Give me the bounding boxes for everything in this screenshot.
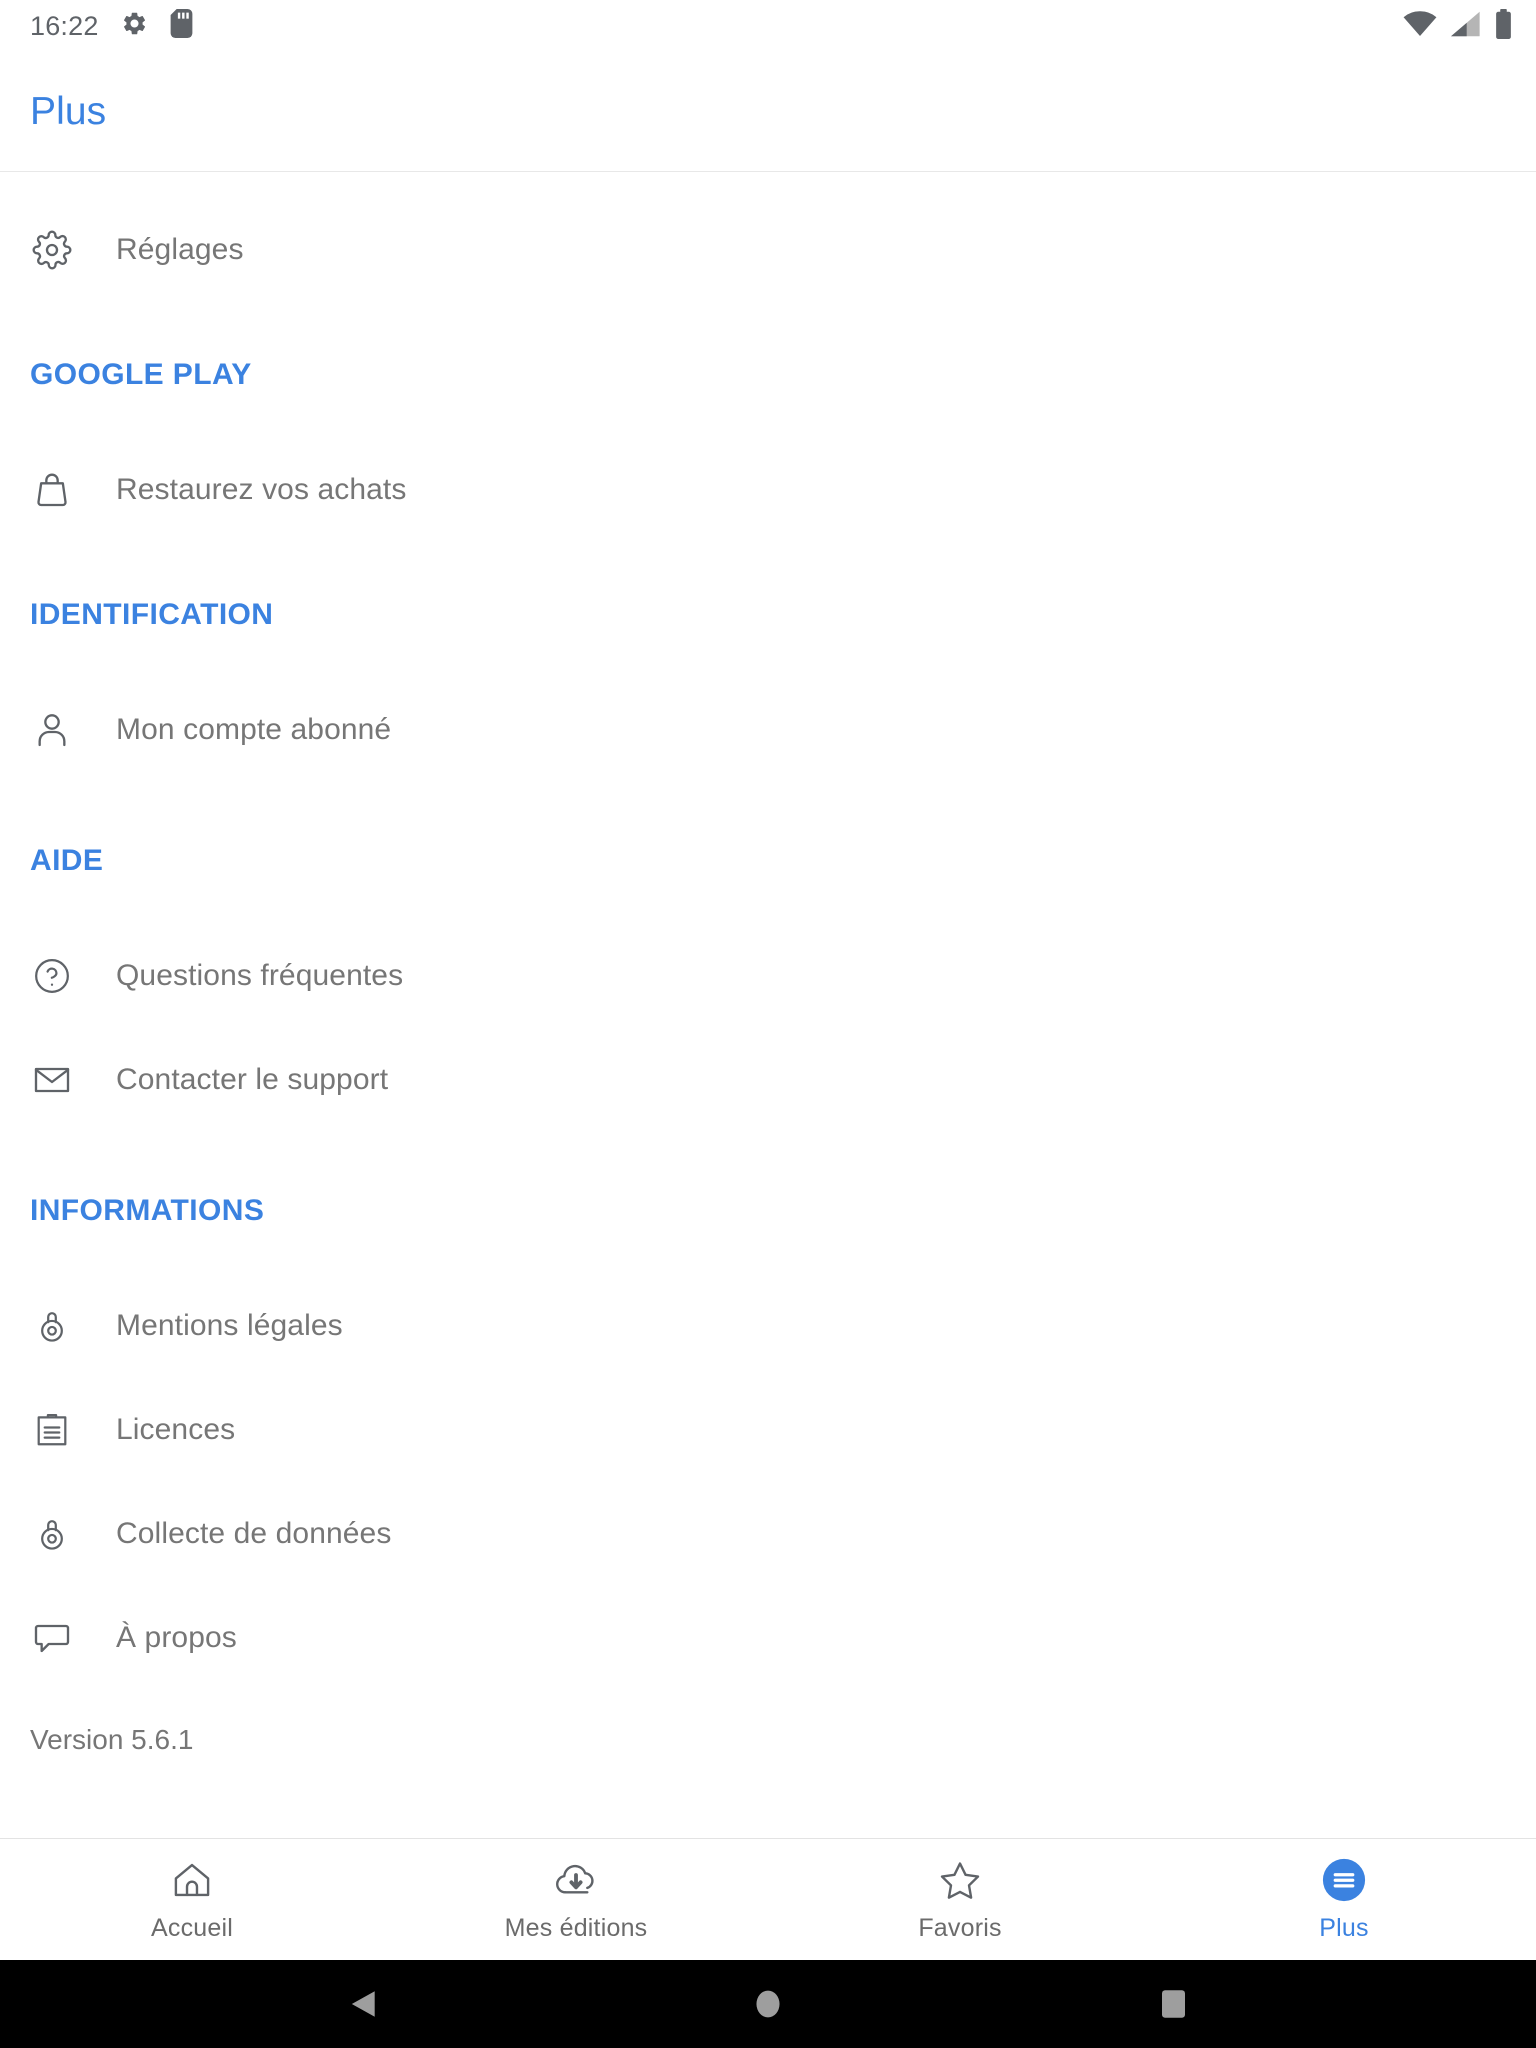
page-title: Plus <box>30 89 107 133</box>
tab-accueil[interactable]: Accueil <box>0 1839 384 1960</box>
list-item-collecte-de-donnees[interactable]: Collecte de données <box>0 1482 1536 1586</box>
list-item-contacter-le-support[interactable]: Contacter le support <box>0 1028 1536 1132</box>
tab-favoris[interactable]: Favoris <box>768 1839 1152 1960</box>
status-bar-left: 16:22 <box>30 9 193 43</box>
help-circle-icon <box>30 954 74 998</box>
cloud-download-icon <box>553 1856 599 1904</box>
person-icon <box>30 708 74 752</box>
shopping-bag-icon <box>30 468 74 512</box>
list-item-mentions-legales[interactable]: Mentions légales <box>0 1274 1536 1378</box>
section-header-google-play: GOOGLE PLAY <box>30 358 252 391</box>
star-icon <box>937 1856 983 1904</box>
list-item-label: Restaurez vos achats <box>116 473 407 506</box>
list-item-label: À propos <box>116 1621 237 1654</box>
section-header-informations: INFORMATIONS <box>30 1194 265 1227</box>
list-item-restaurez-vos-achats[interactable]: Restaurez vos achats <box>0 438 1536 542</box>
home-circle-icon[interactable] <box>755 1989 781 2019</box>
list-item-a-propos[interactable]: À propos <box>0 1586 1536 1690</box>
tab-mes-editions[interactable]: Mes éditions <box>384 1839 768 1960</box>
list-item-mon-compte-abonne[interactable]: Mon compte abonné <box>0 678 1536 782</box>
status-bar: 16:22 <box>0 0 1536 52</box>
hamburger-menu-icon <box>1321 1856 1367 1904</box>
version-label: Version 5.6.1 <box>30 1724 194 1755</box>
status-bar-right <box>1403 8 1512 44</box>
wifi-icon <box>1403 10 1437 42</box>
status-time: 16:22 <box>30 10 99 41</box>
list-item-label: Collecte de données <box>116 1517 392 1550</box>
envelope-icon <box>30 1058 74 1102</box>
settings-list: Réglages GOOGLE PLAY Restaurez vos achat… <box>0 172 1536 1838</box>
settings-gear-icon <box>121 10 148 42</box>
list-item-label: Contacter le support <box>116 1063 389 1096</box>
list-item-label: Réglages <box>116 233 244 266</box>
tab-label: Accueil <box>151 1914 233 1942</box>
section-header-identification: IDENTIFICATION <box>30 598 274 631</box>
app-screen: 16:22 Plus Réglages GOOGLE PLAY Restaure… <box>0 0 1536 2048</box>
lock-icon <box>30 1512 74 1556</box>
list-item-reglages[interactable]: Réglages <box>0 198 1536 302</box>
lock-icon <box>30 1304 74 1348</box>
tab-plus[interactable]: Plus <box>1152 1839 1536 1960</box>
tab-label: Plus <box>1319 1914 1369 1942</box>
section-header-aide: AIDE <box>30 844 104 877</box>
back-triangle-icon[interactable] <box>350 1989 376 2019</box>
recents-square-icon[interactable] <box>1161 1989 1186 2019</box>
list-item-label: Mentions légales <box>116 1309 343 1342</box>
list-item-label: Questions fréquentes <box>116 959 404 992</box>
list-item-label: Licences <box>116 1413 236 1446</box>
cellular-signal-icon <box>1451 11 1481 42</box>
clipboard-icon <box>30 1408 74 1452</box>
list-item-licences[interactable]: Licences <box>0 1378 1536 1482</box>
sd-card-icon <box>170 9 193 43</box>
tab-label: Favoris <box>918 1914 1002 1942</box>
home-icon <box>169 1856 215 1904</box>
list-item-questions-frequentes[interactable]: Questions fréquentes <box>0 924 1536 1028</box>
list-item-label: Mon compte abonné <box>116 713 392 746</box>
gear-icon <box>30 228 74 272</box>
android-navigation-bar <box>0 1960 1536 2048</box>
tab-label: Mes éditions <box>504 1914 648 1942</box>
speech-bubble-icon <box>30 1616 74 1660</box>
battery-icon <box>1495 8 1512 44</box>
app-header: Plus <box>0 52 1536 172</box>
bottom-tab-bar: Accueil Mes éditions Favoris Plus <box>0 1838 1536 1960</box>
